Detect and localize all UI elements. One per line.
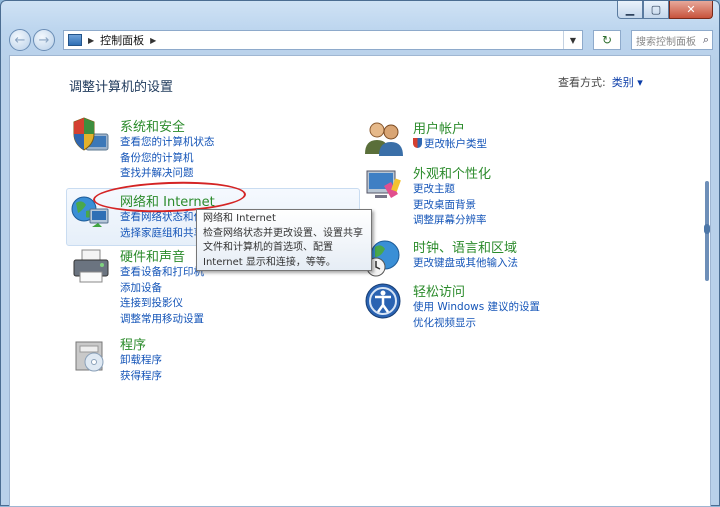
search-placeholder: 搜索控制面板	[636, 36, 696, 48]
link-backup-computer[interactable]: 备份您的计算机	[120, 151, 215, 167]
breadcrumb-control-panel[interactable]: 控制面板	[100, 32, 144, 48]
maximize-button[interactable]: ▢	[643, 1, 669, 19]
ease-of-access-icon	[365, 283, 401, 319]
link-change-desktop-background[interactable]: 更改桌面背景	[413, 198, 491, 214]
address-bar[interactable]: ▶ 控制面板 ▶ ▼	[63, 30, 583, 50]
users-icon	[365, 122, 403, 156]
link-change-theme[interactable]: 更改主题	[413, 182, 491, 198]
back-button[interactable]: ←	[9, 29, 31, 51]
tooltip-line-3: 文件和计算机的首选项、配置	[203, 242, 333, 253]
link-view-computer-status[interactable]: 查看您的计算机状态	[120, 135, 215, 151]
tooltip-line-4: Internet 显示和连接，等等。	[203, 256, 336, 268]
shield-computer-icon	[73, 117, 109, 151]
hardware-sound-title[interactable]: 硬件和声音	[120, 246, 204, 265]
system-security-title[interactable]: 系统和安全	[120, 116, 215, 135]
link-change-account-type[interactable]: 更改帐户类型	[413, 137, 487, 153]
link-connect-projector[interactable]: 连接到投影仪	[120, 296, 204, 312]
tooltip-title: 网络和 Internet	[203, 213, 276, 224]
title-buttons: ▁ ▢ ✕	[617, 1, 713, 19]
breadcrumb-separator-icon: ▶	[88, 35, 95, 45]
link-windows-recommended-settings[interactable]: 使用 Windows 建议的设置	[413, 300, 540, 316]
content-pane: 调整计算机的设置 查看方式: 类别 ▾ 系统和安全 查看您的计算机状态 备份您的计…	[9, 55, 711, 507]
link-uninstall-program[interactable]: 卸载程序	[120, 353, 162, 369]
control-panel-icon	[68, 34, 82, 46]
link-screen-resolution[interactable]: 调整屏幕分辨率	[413, 213, 491, 229]
link-troubleshoot[interactable]: 查找并解决问题	[120, 166, 215, 182]
page-title: 调整计算机的设置	[69, 80, 174, 95]
window-edge-handle[interactable]	[704, 224, 710, 234]
appearance-icon	[366, 170, 401, 199]
tooltip-line-2: 检查网络状态并更改设置、设置共享	[203, 227, 363, 239]
uac-shield-icon	[413, 138, 422, 148]
search-icon[interactable]: ⌕	[703, 33, 709, 47]
appearance-title[interactable]: 外观和个性化	[413, 163, 491, 182]
clock-language-region-title[interactable]: 时钟、语言和区域	[413, 237, 518, 256]
back-arrow-icon: ←	[14, 32, 26, 48]
programs-icon	[75, 341, 104, 372]
breadcrumb-chevron-icon[interactable]: ▶	[150, 36, 156, 45]
close-button[interactable]: ✕	[669, 1, 713, 19]
link-change-account-type-label: 更改帐户类型	[424, 138, 487, 150]
printer-icon	[73, 249, 109, 283]
link-optimize-display[interactable]: 优化视频显示	[413, 316, 540, 332]
link-mobility-settings[interactable]: 调整常用移动设置	[120, 312, 204, 328]
view-by: 查看方式: 类别 ▾	[558, 74, 643, 90]
refresh-icon: ↻	[601, 33, 613, 47]
link-view-devices-printers[interactable]: 查看设备和打印机	[120, 265, 204, 281]
user-accounts-title[interactable]: 用户帐户	[413, 118, 487, 137]
programs-title[interactable]: 程序	[120, 334, 162, 353]
refresh-button[interactable]: ↻	[593, 30, 621, 50]
forward-button[interactable]: →	[33, 29, 55, 51]
forward-arrow-icon: →	[38, 32, 50, 48]
view-by-dropdown[interactable]: 类别 ▾	[612, 76, 643, 89]
ease-of-access-title[interactable]: 轻松访问	[413, 281, 540, 300]
network-tooltip: 网络和 Internet 检查网络状态并更改设置、设置共享 文件和计算机的首选项…	[196, 209, 372, 271]
view-by-label: 查看方式:	[558, 76, 606, 89]
link-change-keyboard[interactable]: 更改键盘或其他输入法	[413, 256, 518, 272]
control-panel-window: ▁ ▢ ✕ ← → ▶ 控制面板 ▶ ▼ ↻ 搜索控制面板 ⌕ 调整计算机的设置…	[0, 0, 720, 507]
address-dropdown-icon[interactable]: ▼	[563, 31, 582, 49]
search-input[interactable]: 搜索控制面板 ⌕	[631, 30, 713, 50]
navigation-bar: ← → ▶ 控制面板 ▶ ▼ ↻ 搜索控制面板 ⌕	[9, 29, 713, 51]
link-add-device[interactable]: 添加设备	[120, 281, 204, 297]
minimize-button[interactable]: ▁	[617, 1, 643, 19]
link-get-programs[interactable]: 获得程序	[120, 369, 162, 385]
